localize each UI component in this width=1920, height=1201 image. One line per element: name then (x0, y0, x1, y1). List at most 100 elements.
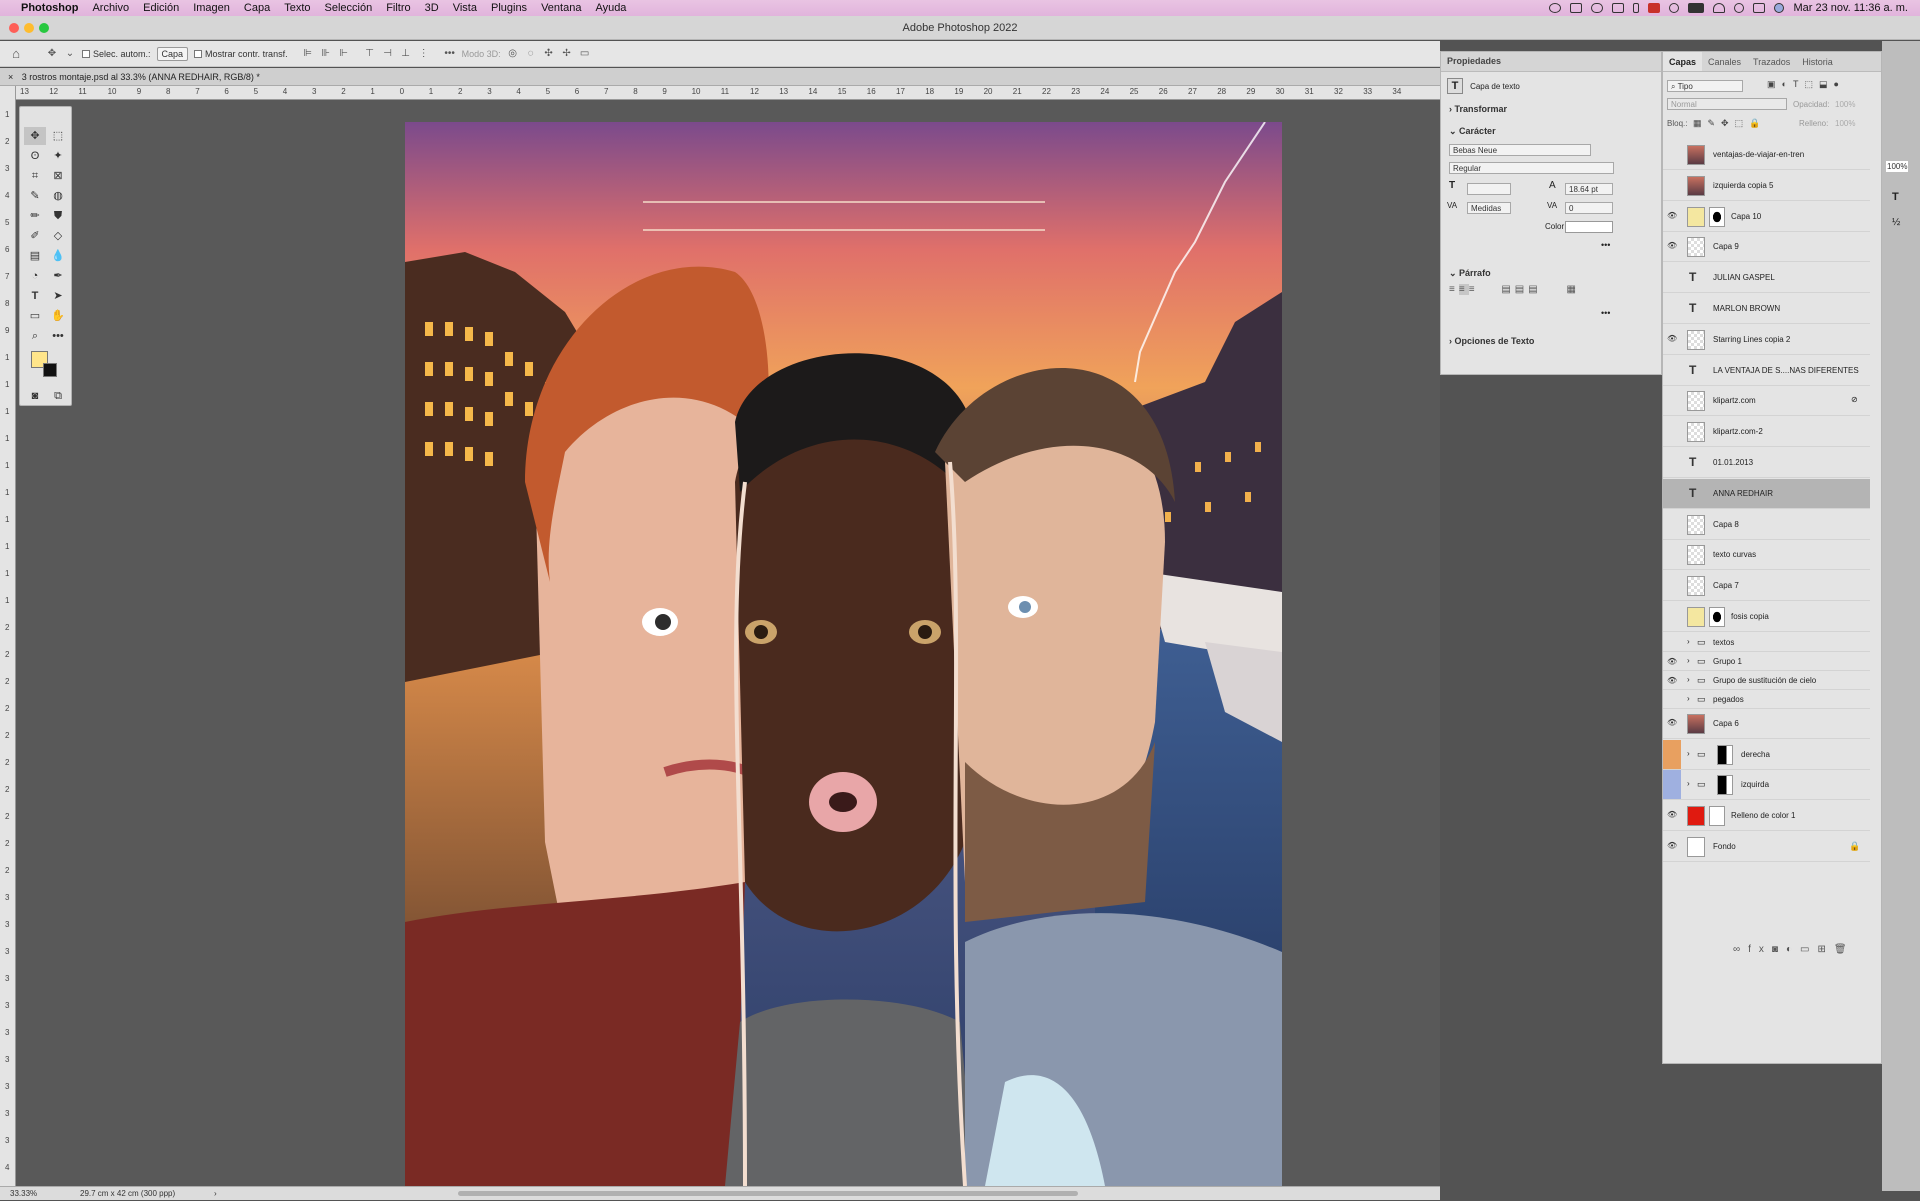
layer-mask-thumbnail[interactable] (1709, 806, 1725, 827)
auto-select-dropdown[interactable]: Capa (156, 46, 189, 61)
add-mask-icon[interactable]: ◙ (1772, 944, 1786, 955)
font-size-field[interactable] (1467, 183, 1511, 195)
filter-adjust-icon[interactable]: ◐ (1782, 79, 1793, 89)
zoom-window-button[interactable] (39, 23, 49, 33)
layer-thumbnail[interactable] (1687, 806, 1705, 827)
section-transform[interactable]: › Transformar (1441, 104, 1507, 114)
adjustment-layer-icon[interactable]: ◐ (1786, 944, 1800, 955)
distribute-icon[interactable]: ⋮ (418, 48, 430, 59)
type-icon[interactable]: T (1892, 191, 1899, 203)
stamp-tool-icon[interactable]: ⛊ (47, 207, 69, 225)
layer-row[interactable]: texto curvas (1663, 540, 1870, 571)
align-middle-icon[interactable]: ⊣ (382, 48, 394, 59)
menu-ventana[interactable]: Ventana (534, 2, 588, 14)
auto-select-checkbox[interactable]: Selec. autom.: (82, 49, 151, 59)
blur-tool-icon[interactable]: 💧 (47, 247, 69, 265)
menu-3d[interactable]: 3D (418, 2, 446, 14)
layer-row[interactable]: 👁 › ▭ Grupo de sustitución de cielo (1663, 671, 1870, 690)
visibility-eye-icon[interactable] (1667, 519, 1677, 529)
close-window-button[interactable] (9, 23, 19, 33)
crop-tool-icon[interactable]: ⌗ (24, 167, 46, 185)
align-left-icon[interactable]: ⊫ (302, 48, 314, 59)
visibility-eye-icon[interactable]: 👁 (1667, 841, 1677, 851)
layer-thumbnail[interactable] (1687, 576, 1705, 597)
layer-row[interactable]: 👁 Starring Lines copia 2 (1663, 325, 1870, 355)
layer-thumbnail[interactable] (1687, 713, 1705, 734)
tab-paths[interactable]: Trazados (1747, 52, 1796, 71)
layer-row[interactable]: T 01.01.2013 (1663, 448, 1870, 478)
collapsed-panels-strip[interactable]: 100% T ½ (1882, 41, 1920, 1191)
visibility-eye-icon[interactable] (1667, 638, 1677, 648)
layer-thumbnail[interactable] (1687, 206, 1705, 227)
fill-field[interactable]: 100% (1835, 119, 1855, 128)
menu-archivo[interactable]: Archivo (85, 2, 136, 14)
marquee-tool-icon[interactable]: ⬚ (47, 127, 69, 145)
more-options-icon[interactable]: ••• (444, 48, 456, 59)
justify-left-icon[interactable]: ▤ (1501, 284, 1514, 295)
layer-row[interactable]: › ▭ izquirda (1663, 770, 1870, 801)
filter-pixel-icon[interactable]: ▣ (1767, 79, 1782, 89)
menu-filtro[interactable]: Filtro (379, 2, 417, 14)
layer-thumbnail[interactable] (1687, 837, 1705, 857)
layer-row[interactable]: 👁 Relleno de color 1 (1663, 801, 1870, 832)
chevron-down-icon[interactable]: ⌄ (64, 48, 76, 59)
align-center-text-icon[interactable]: ≡ (1458, 284, 1469, 295)
justify-center-icon[interactable]: ▤ (1515, 284, 1528, 295)
fx-icon[interactable]: fx (1748, 944, 1772, 955)
layer-mask-thumbnail[interactable] (1717, 744, 1733, 765)
move-tool-icon[interactable]: ✥ (46, 48, 58, 59)
layer-thumbnail[interactable] (1687, 607, 1705, 627)
visibility-eye-icon[interactable] (1667, 426, 1677, 436)
background-color-swatch[interactable] (43, 363, 57, 377)
menu-ayuda[interactable]: Ayuda (588, 2, 633, 14)
layer-thumbnail[interactable] (1687, 175, 1705, 196)
magic-wand-icon[interactable]: ✦ (47, 147, 69, 165)
fraction-icon[interactable]: ½ (1892, 217, 1900, 228)
align-top-icon[interactable]: ⊤ (364, 48, 376, 59)
font-style-dropdown[interactable]: Regular (1449, 162, 1614, 174)
orbit-3d-icon[interactable]: ◎ (507, 48, 519, 59)
layer-row[interactable]: T ANNA REDHAIR (1663, 478, 1870, 509)
lock-icons[interactable]: ▦✎✥⬚🔒 (1693, 118, 1766, 129)
layer-thumbnail[interactable] (1687, 545, 1705, 566)
siri-icon[interactable] (1774, 3, 1785, 13)
filter-toggle-icon[interactable]: ● (1833, 79, 1844, 89)
menu-capa[interactable]: Capa (237, 2, 277, 14)
text-color-swatch[interactable] (1565, 221, 1613, 233)
show-transform-checkbox[interactable]: Mostrar contr. transf. (194, 49, 288, 59)
search-icon[interactable] (1734, 3, 1745, 13)
cloud-icon[interactable] (1591, 3, 1604, 13)
layer-row[interactable]: fosis copia (1663, 602, 1870, 632)
align-left-text-icon[interactable]: ≡ (1449, 284, 1459, 295)
path-select-icon[interactable]: ➤ (47, 287, 69, 305)
frame-tool-icon[interactable]: ⊠ (47, 167, 69, 185)
align-bottom-icon[interactable]: ⊥ (400, 48, 412, 59)
clock[interactable]: Mar 23 nov. 11:36 a. m. (1793, 2, 1908, 14)
filter-shape-icon[interactable]: ⬚ (1804, 79, 1819, 89)
layer-row[interactable]: 👁 Capa 10 (1663, 202, 1870, 232)
zoom-tool-icon[interactable]: ⌕ (24, 327, 46, 345)
kerning-field[interactable]: Medidas (1467, 202, 1511, 214)
visibility-eye-icon[interactable] (1667, 457, 1677, 467)
lasso-tool-icon[interactable]: ʘ (24, 147, 46, 165)
tab-properties[interactable]: Propiedades (1441, 52, 1661, 72)
layer-mask-thumbnail[interactable] (1709, 607, 1725, 627)
zoom-level[interactable]: 33.33% (10, 1187, 37, 1201)
quick-mask-icon[interactable]: ◙ (24, 387, 46, 405)
tab-history[interactable]: Historia (1796, 52, 1839, 71)
expand-group-icon[interactable]: › (1687, 637, 1690, 646)
more-paragraph-icon[interactable]: ••• (1601, 308, 1610, 318)
layer-row[interactable]: › ▭ derecha (1663, 739, 1870, 770)
tab-layers[interactable]: Capas (1663, 52, 1703, 71)
menu-app[interactable]: Photoshop (14, 2, 85, 14)
brush-tool-icon[interactable]: ✏ (24, 207, 46, 225)
pen-tool-icon[interactable]: ✒ (47, 267, 69, 285)
tab-channels[interactable]: Canales (1702, 52, 1747, 71)
new-layer-icon[interactable]: ⊞ (1817, 944, 1833, 955)
layer-thumbnail[interactable] (1687, 422, 1705, 443)
roll-3d-icon[interactable]: ◌ (525, 48, 537, 59)
layer-thumbnail[interactable] (1687, 329, 1705, 350)
justify-right-icon[interactable]: ▤ (1528, 284, 1541, 295)
blend-mode-dropdown[interactable]: Normal (1667, 98, 1787, 110)
layer-row[interactable]: klipartz.com-2 (1663, 417, 1870, 448)
